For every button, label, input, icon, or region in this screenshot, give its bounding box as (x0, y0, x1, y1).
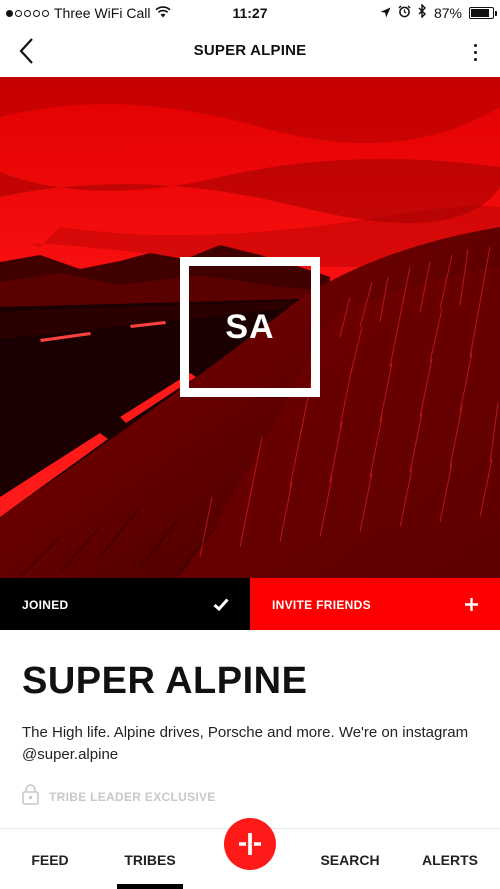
plus-icon (462, 595, 480, 613)
add-post-button[interactable] (224, 818, 276, 870)
tribe-logo-text: SA (225, 307, 275, 346)
checkmark-icon (212, 595, 230, 613)
tab-alerts[interactable]: ALERTS (400, 829, 500, 889)
active-tab-indicator (117, 884, 183, 889)
nav-header: SUPER ALPINE (0, 26, 500, 77)
tribe-leader-exclusive: TRIBE LEADER EXCLUSIVE (22, 784, 216, 810)
tribe-name: SUPER ALPINE (22, 660, 308, 702)
tab-feed[interactable]: FEED (0, 829, 100, 889)
vertical-ellipsis-icon (473, 43, 477, 47)
status-right: 87% (380, 3, 497, 21)
tab-tribes[interactable]: TRIBES (100, 829, 200, 889)
battery-icon (469, 6, 497, 19)
page-title: SUPER ALPINE (193, 42, 307, 59)
tribe-logo: SA (180, 257, 320, 397)
invite-friends-button[interactable]: INVITE FRIENDS (250, 578, 500, 630)
alarm-icon (398, 4, 411, 21)
tab-search[interactable]: SEARCH (300, 829, 400, 889)
exclusive-label: TRIBE LEADER EXCLUSIVE (49, 790, 216, 804)
more-options-button[interactable] (460, 36, 490, 68)
location-arrow-icon (380, 5, 391, 21)
joined-button[interactable]: JOINED (0, 578, 250, 630)
add-icon (239, 833, 261, 855)
battery-percentage: 87% (433, 4, 462, 21)
lock-icon (22, 784, 39, 810)
tribe-cover-image: SA (0, 77, 500, 578)
joined-label: JOINED (22, 598, 69, 612)
bluetooth-icon (418, 3, 427, 21)
action-bar: JOINED INVITE FRIENDS (0, 578, 500, 630)
tribe-description: The High life. Alpine drives, Porsche an… (22, 724, 469, 763)
invite-friends-label: INVITE FRIENDS (272, 598, 371, 612)
status-bar: Three WiFi Call 11:27 87% (0, 0, 500, 26)
